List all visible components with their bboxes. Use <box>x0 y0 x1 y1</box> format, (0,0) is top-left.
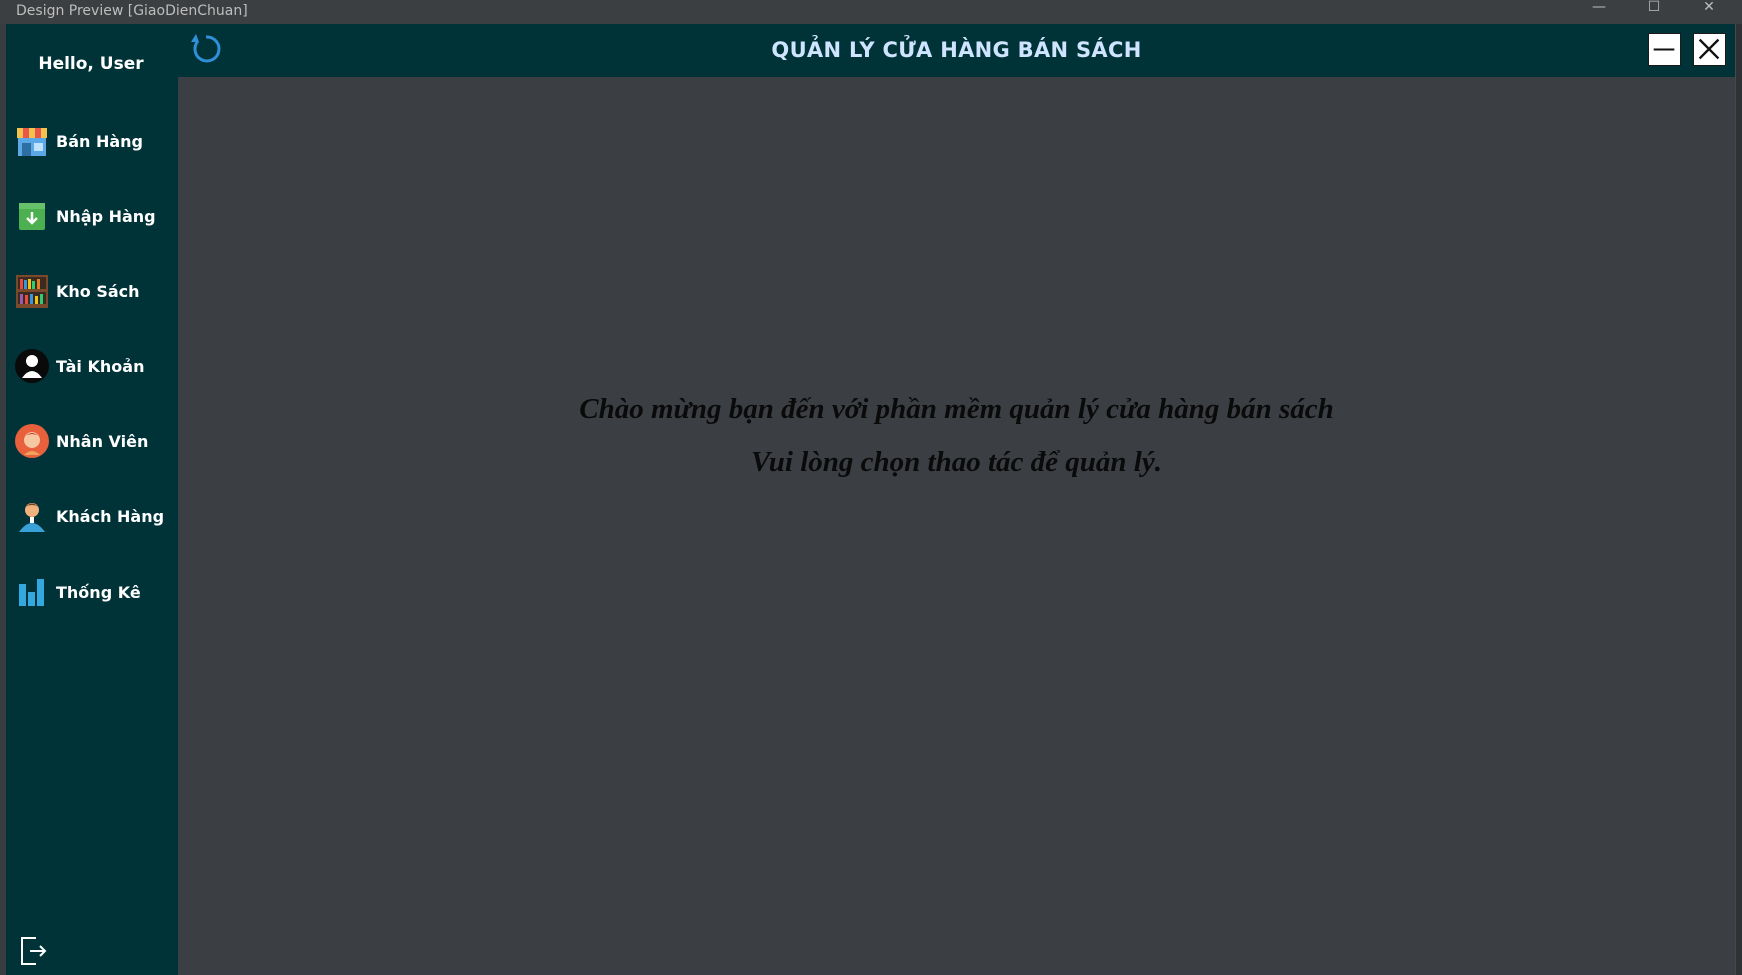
window-titlebar: Design Preview [GiaoDienChuan] — ☐ ✕ <box>0 0 1742 24</box>
window-minimize-button[interactable]: — <box>1576 0 1622 24</box>
nav-label: Nhân Viên <box>56 431 149 451</box>
window-close-button[interactable]: ✕ <box>1686 0 1732 24</box>
employee-icon <box>14 423 50 459</box>
app-title: QUẢN LÝ CỬA HÀNG BÁN SÁCH <box>771 38 1142 62</box>
nav-item-thong-ke[interactable]: Thống Kê <box>14 569 178 615</box>
store-icon <box>14 123 50 159</box>
window-title: Design Preview [GiaoDienChuan] <box>16 3 248 19</box>
nav-item-tai-khoan[interactable]: Tài Khoản <box>14 343 178 389</box>
logout-icon[interactable] <box>18 932 48 968</box>
bookshelf-icon <box>14 273 50 309</box>
close-icon[interactable] <box>1693 33 1726 66</box>
nav-item-kho-sach[interactable]: Kho Sách <box>14 268 178 314</box>
nav-label: Thống Kê <box>56 582 141 602</box>
nav-label: Khách Hàng <box>56 506 165 526</box>
window-maximize-button[interactable]: ☐ <box>1631 0 1677 24</box>
instruction-message: Vui lòng chọn thao tác để quản lý. <box>751 446 1162 478</box>
nav-label: Tài Khoản <box>56 356 145 376</box>
nav-item-ban-hang[interactable]: Bán Hàng <box>14 118 178 164</box>
main-content: Chào mừng bạn đến với phần mềm quản lý c… <box>178 77 1735 975</box>
nav-item-nhap-hang[interactable]: Nhập Hàng <box>14 193 178 239</box>
nav-label: Bán Hàng <box>56 131 143 151</box>
welcome-message: Chào mừng bạn đến với phần mềm quản lý c… <box>579 393 1334 425</box>
sidebar: Hello, User Bán Hàng Nhập Hàng Kho Sách … <box>6 24 178 975</box>
right-window-edge <box>1735 24 1742 975</box>
nav-item-nhan-vien[interactable]: Nhân Viên <box>14 418 178 464</box>
nav-label: Kho Sách <box>56 281 140 301</box>
nav-label: Nhập Hàng <box>56 206 156 226</box>
header-bar: QUẢN LÝ CỬA HÀNG BÁN SÁCH <box>178 24 1735 77</box>
account-icon <box>14 348 50 384</box>
statistics-icon <box>14 574 50 610</box>
nav-item-khach-hang[interactable]: Khách Hàng <box>14 493 178 539</box>
customer-icon <box>14 498 50 534</box>
import-box-icon <box>14 198 50 234</box>
greeting: Hello, User <box>38 54 144 74</box>
minimize-icon[interactable] <box>1648 33 1681 66</box>
